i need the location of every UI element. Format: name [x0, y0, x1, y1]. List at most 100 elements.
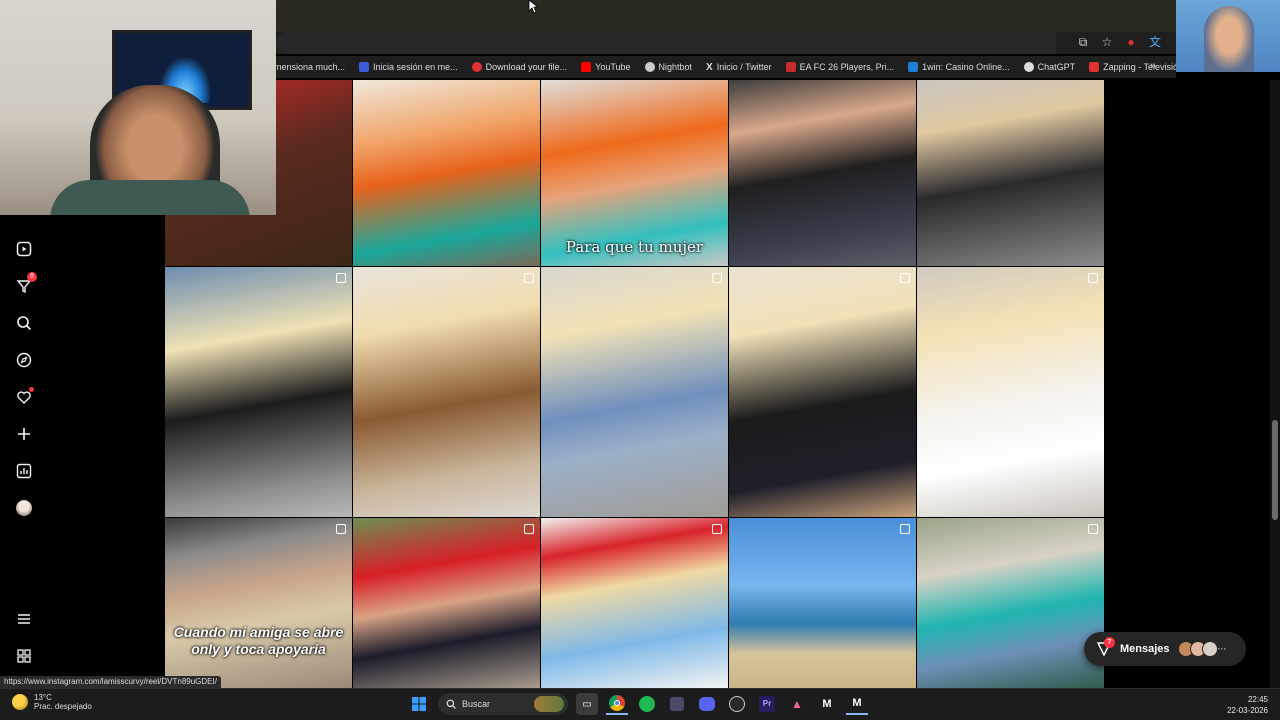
bookmark-label: EA FC 26 Players, Pri... [799, 62, 895, 72]
post-thumbnail[interactable] [541, 267, 728, 517]
page-scrollbar[interactable] [1270, 80, 1280, 688]
reel-icon [1088, 524, 1098, 534]
x-twitter-icon: X [706, 61, 713, 73]
browser-tab-strip [276, 0, 1176, 32]
avatar[interactable] [14, 498, 34, 518]
post-thumbnail[interactable] [541, 518, 728, 688]
post-thumbnail[interactable] [165, 267, 352, 517]
bookmark-star-icon[interactable]: ☆ [1100, 35, 1114, 49]
weather-sun-icon [12, 694, 28, 710]
bookmark-item[interactable]: 1win: Casino Online... [908, 62, 1010, 72]
bookmark-item[interactable]: YouTube [581, 62, 631, 72]
bookmark-favicon-icon [359, 62, 370, 72]
reel-icon [712, 273, 722, 283]
heart-icon[interactable] [14, 387, 34, 407]
chart-icon[interactable] [14, 461, 34, 481]
bookmarks-more-button[interactable]: » [1150, 60, 1156, 72]
bookmark-label: ChatGPT [1037, 62, 1076, 72]
reel-icon [336, 273, 346, 283]
nightbot-icon [644, 62, 655, 72]
messages-button[interactable]: 7 Mensajes ··· [1084, 632, 1246, 666]
bookmark-label: YouTube [595, 62, 631, 72]
instagram-sidebar: 8 [0, 215, 48, 675]
premiere-icon[interactable]: Pr [756, 693, 778, 715]
discord-icon[interactable] [696, 693, 718, 715]
apps-icon[interactable] [14, 646, 34, 666]
more-icon: ··· [1217, 644, 1227, 654]
weather-widget[interactable]: 13°C Prac. despejado [12, 693, 92, 711]
menu-icon[interactable] [14, 609, 34, 629]
search-icon [446, 699, 456, 709]
post-caption: Para que tu mujer [565, 238, 704, 256]
post-thumbnail[interactable] [917, 80, 1104, 266]
messages-label: Mensajes [1120, 643, 1170, 655]
spotify-icon[interactable] [636, 693, 658, 715]
reel-icon [900, 524, 910, 534]
messages-badge: 7 [1104, 637, 1115, 648]
compass-icon[interactable] [14, 350, 34, 370]
reel-icon [524, 524, 534, 534]
bookmark-label: Download your file... [485, 62, 568, 72]
bookmark-item[interactable]: Nightbot [644, 62, 693, 72]
temperature: 13°C [34, 693, 52, 702]
post-thumbnail[interactable] [917, 518, 1104, 688]
extension-red-icon[interactable]: ● [1124, 35, 1138, 49]
clock-date: 22-03-2026 [1227, 706, 1268, 715]
chatgpt-icon [1023, 62, 1034, 72]
reel-icon [336, 524, 346, 534]
bookmark-label: Nightbot [658, 62, 693, 72]
app-triangle-icon[interactable]: ▲ [786, 693, 808, 715]
bookmark-label: Inicio / Twitter [716, 62, 772, 72]
windows-taskbar: 13°C Prac. despejado Buscar ▭ Pr ▲ M M 2… [0, 688, 1280, 720]
youtube-icon [581, 62, 592, 72]
post-thumbnail[interactable] [729, 267, 916, 517]
bookmark-favicon-icon [471, 62, 482, 72]
post-caption: Cuando mi amiga se abre only y toca apoy… [173, 624, 344, 657]
casino-icon [908, 62, 919, 72]
post-thumbnail[interactable] [353, 267, 540, 517]
post-thumbnail[interactable]: Para que tu mujer [541, 80, 728, 266]
mouse-cursor-icon [528, 0, 538, 14]
bookmark-item[interactable]: X Inicio / Twitter [706, 62, 772, 73]
bookmarks-bar: mensiona much... Inicia sesión en me... … [276, 56, 1176, 78]
bookmark-item[interactable]: Inicia sesión en me... [359, 62, 458, 72]
post-thumbnail[interactable]: Cuando mi amiga se abre only y toca apoy… [165, 518, 352, 688]
obs-icon[interactable] [726, 693, 748, 715]
scrollbar-thumb[interactable] [1272, 420, 1278, 520]
notification-badge: 8 [27, 272, 37, 282]
bookmark-item[interactable]: Zapping - Televisión... [1089, 62, 1176, 72]
screen: ⧉ ☆ ● 文 mensiona much... Inicia sesión e… [0, 0, 1280, 720]
windows-start-icon[interactable] [408, 693, 430, 715]
task-view-icon[interactable]: ▭ [576, 693, 598, 715]
post-thumbnail[interactable] [729, 80, 916, 266]
post-thumbnail[interactable] [729, 518, 916, 688]
system-clock[interactable]: 22:45 22-03-2026 [1227, 694, 1268, 716]
chrome-icon[interactable] [606, 693, 628, 715]
app-icon[interactable] [666, 693, 688, 715]
filter-icon[interactable]: 8 [14, 272, 37, 296]
search-icon[interactable] [14, 313, 34, 333]
bookmark-item[interactable]: Download your file... [471, 62, 568, 72]
post-thumbnail[interactable] [917, 267, 1104, 517]
search-highlight-icon [534, 696, 564, 712]
bookmark-item[interactable]: EA FC 26 Players, Pri... [785, 62, 895, 72]
reel-icon [1088, 273, 1098, 283]
install-app-icon[interactable]: ⧉ [1076, 35, 1090, 49]
app-m2-icon[interactable]: M [846, 693, 868, 715]
extension-translate-icon[interactable]: 文 [1148, 35, 1162, 49]
bookmark-item[interactable]: ChatGPT [1023, 62, 1076, 72]
weather-label: Prac. despejado [34, 702, 92, 711]
plus-icon[interactable] [14, 424, 34, 444]
url-input[interactable] [276, 32, 1056, 54]
link-status-bar: https://www.instagram.com/lamisscurvy/re… [0, 676, 221, 688]
post-thumbnail[interactable] [353, 518, 540, 688]
post-thumbnail[interactable] [353, 80, 540, 266]
post-grid: Para que tu mujer Cuando mi amiga se abr… [165, 80, 1104, 688]
message-avatars: ··· [1178, 641, 1230, 657]
ea-icon [785, 62, 796, 72]
address-bar: ⧉ ☆ ● 文 [276, 32, 1176, 54]
bookmark-item[interactable]: mensiona much... [276, 62, 345, 72]
app-m-icon[interactable]: M [816, 693, 838, 715]
reels-icon[interactable] [14, 239, 34, 259]
taskbar-search[interactable]: Buscar [438, 693, 568, 715]
